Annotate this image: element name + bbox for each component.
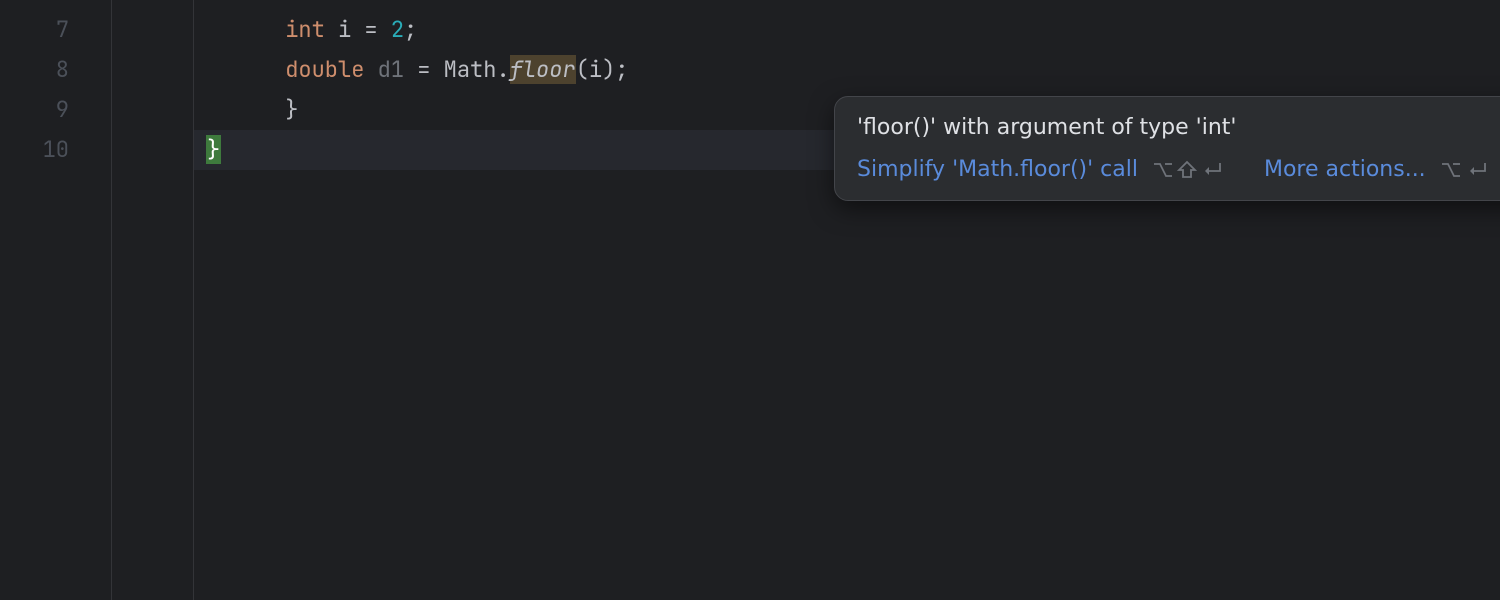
arg-i: i — [589, 55, 602, 84]
action-simplify[interactable]: Simplify 'Math.floor()' call — [857, 157, 1224, 182]
enter-key-icon — [1465, 161, 1489, 179]
action-more[interactable]: More actions... — [1264, 157, 1489, 182]
equals: = — [364, 15, 377, 44]
code-area[interactable]: int i = 2; double d1 = Math.floor(i); } … — [194, 0, 1500, 600]
option-key-icon — [1152, 161, 1174, 179]
indent — [206, 15, 285, 44]
tooltip-actions: Simplify 'Math.floor()' call — [835, 149, 1500, 200]
class-math: Math — [444, 55, 497, 84]
tooltip-title: 'floor()' with argument of type 'int' — [857, 115, 1236, 140]
line-number[interactable]: 8 — [0, 50, 89, 90]
line-number[interactable]: 9 — [0, 90, 89, 130]
shift-key-icon — [1177, 160, 1197, 180]
lparen: ( — [576, 55, 589, 84]
indent — [206, 95, 285, 124]
equals: = — [417, 55, 430, 84]
semicolon: ; — [404, 15, 417, 44]
keyword-int: int — [285, 15, 325, 44]
method-floor-warning[interactable]: floor — [510, 55, 576, 84]
indent-guide-gutter — [112, 0, 194, 600]
enter-key-icon — [1200, 161, 1224, 179]
indent — [206, 55, 285, 84]
variable-i: i — [338, 15, 351, 44]
line-number-gutter: 7 8 9 10 — [0, 0, 90, 600]
rparen: ) — [602, 55, 615, 84]
close-brace-matched: } — [206, 135, 221, 164]
close-brace: } — [285, 95, 298, 124]
semicolon: ; — [615, 55, 628, 84]
inspection-tooltip: 'floor()' with argument of type 'int' Si… — [834, 96, 1500, 201]
shortcut-alt-enter — [1440, 161, 1489, 179]
action-simplify-link[interactable]: Simplify 'Math.floor()' call — [857, 157, 1138, 182]
fold-gutter[interactable] — [90, 0, 112, 600]
variable-d1: d1 — [378, 55, 404, 84]
code-editor: 7 8 9 10 int i = 2; double d1 = Math.flo… — [0, 0, 1500, 600]
action-more-link[interactable]: More actions... — [1264, 157, 1426, 182]
code-line[interactable]: int i = 2; — [194, 10, 1500, 50]
line-number[interactable]: 7 — [0, 10, 89, 50]
tooltip-header: 'floor()' with argument of type 'int' — [835, 97, 1500, 149]
option-key-icon — [1440, 161, 1462, 179]
line-number[interactable]: 10 — [0, 130, 89, 170]
code-line[interactable]: double d1 = Math.floor(i); — [194, 50, 1500, 90]
shortcut-alt-shift-enter — [1152, 160, 1224, 180]
number-literal: 2 — [391, 15, 404, 44]
keyword-double: double — [285, 55, 364, 84]
dot: . — [496, 55, 509, 84]
